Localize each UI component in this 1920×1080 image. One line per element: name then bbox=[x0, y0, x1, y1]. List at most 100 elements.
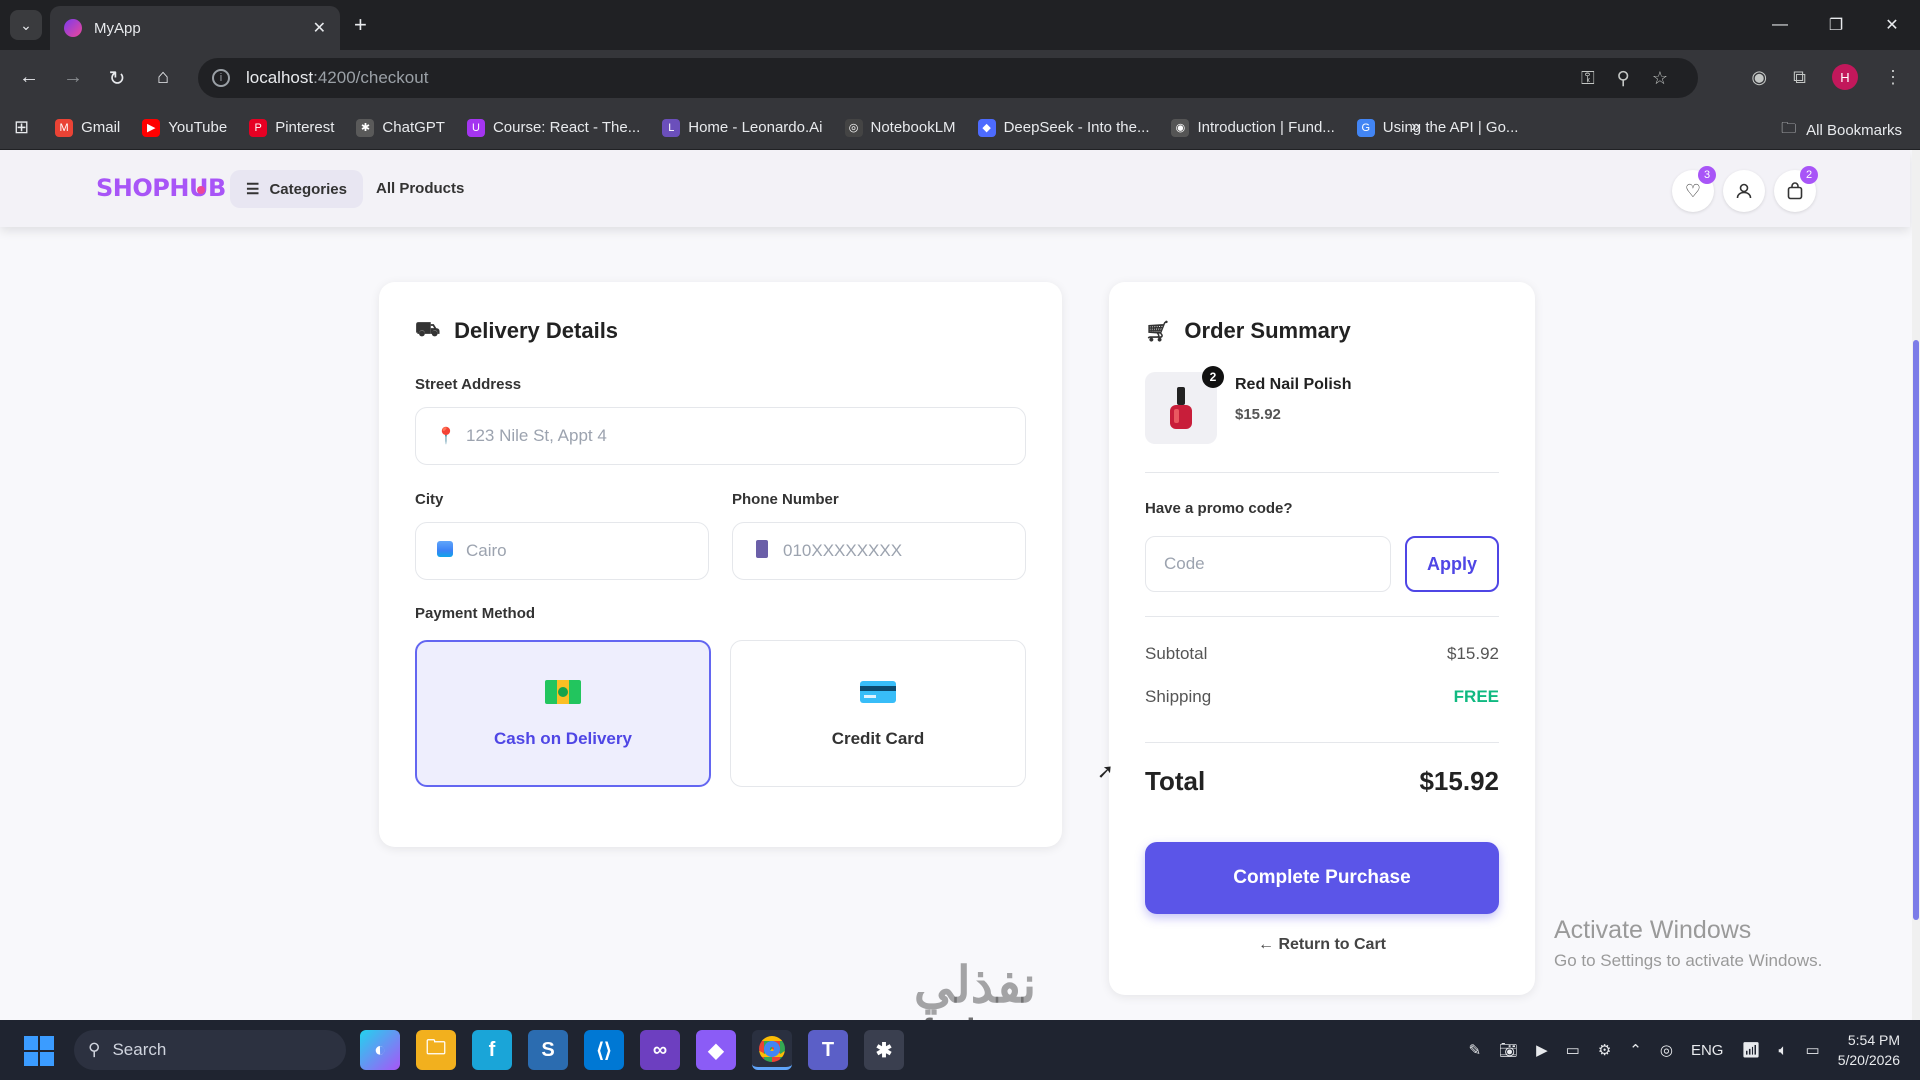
file-explorer-icon[interactable]: 🗀 bbox=[416, 1030, 456, 1070]
bookmark-item[interactable]: ◆ DeepSeek - Into the... bbox=[977, 118, 1149, 137]
home-icon[interactable]: ⌂ bbox=[150, 66, 176, 89]
cart-button[interactable]: 2 bbox=[1774, 166, 1818, 212]
browser-toolbar: ← → ↻ ⌂ i localhost:4200/checkout ⚿ ⚲ ☆ … bbox=[0, 50, 1920, 106]
new-tab-button[interactable]: + bbox=[354, 12, 367, 38]
street-address-input[interactable]: 📍 123 Nile St, Appt 4 bbox=[415, 407, 1026, 465]
settings-gear-icon[interactable]: ⚙ bbox=[1598, 1041, 1611, 1059]
all-bookmarks-button[interactable]: 🗀 All Bookmarks bbox=[1781, 118, 1902, 143]
sublime-icon[interactable]: S bbox=[528, 1030, 568, 1070]
wifi-icon[interactable]: 📶︎ bbox=[1741, 1041, 1760, 1059]
phone-number-label: Phone Number bbox=[732, 491, 839, 508]
extensions-puzzle-icon[interactable]: ⧉ bbox=[1793, 67, 1806, 88]
obsidian-icon[interactable]: ◆ bbox=[696, 1030, 736, 1070]
bookmark-item[interactable]: ✱ ChatGPT bbox=[356, 118, 445, 137]
bookmark-item[interactable]: G Using the API | Go... bbox=[1356, 118, 1519, 137]
chrome-icon[interactable] bbox=[752, 1030, 792, 1070]
delivery-title: Delivery Details bbox=[454, 318, 619, 343]
all-products-link[interactable]: All Products bbox=[376, 180, 464, 197]
complete-purchase-button[interactable]: Complete Purchase bbox=[1145, 842, 1499, 914]
bookmark-item[interactable]: P Pinterest bbox=[249, 118, 334, 137]
browser-menu-icon[interactable]: ⋮ bbox=[1884, 67, 1902, 88]
nafezly-watermark: نفذلي nafezly.com bbox=[860, 958, 1090, 1020]
activate-windows-title: Activate Windows bbox=[1554, 916, 1752, 944]
tray-app-icon[interactable]: ◎ bbox=[1660, 1041, 1673, 1059]
shipping-label: Shipping bbox=[1145, 687, 1212, 706]
bookmark-item[interactable]: ◎ NotebookLM bbox=[844, 118, 956, 137]
bookmark-favicon-icon: M bbox=[55, 118, 74, 137]
bookmark-label: Using the API | Go... bbox=[1382, 119, 1519, 136]
shophub-logo[interactable]: SHOPHUB bbox=[96, 174, 226, 202]
copilot-icon[interactable]: ◐ bbox=[360, 1030, 400, 1070]
activate-windows-subtitle: Go to Settings to activate Windows. bbox=[1554, 951, 1823, 970]
browser-tabbar: ⌄ MyApp ✕ + — ❐ ✕ bbox=[0, 0, 1920, 50]
page-scrollbar[interactable] bbox=[1912, 150, 1920, 1020]
close-window-icon[interactable]: ✕ bbox=[1864, 0, 1920, 50]
system-clock[interactable]: 5:54 PM 5/20/2026 bbox=[1838, 1030, 1900, 1070]
phone-number-input[interactable]: 010XXXXXXXX bbox=[732, 522, 1026, 580]
cash-icon bbox=[544, 678, 582, 711]
app-favicon-icon bbox=[64, 19, 82, 37]
vscode-icon[interactable]: ⟨⟩ bbox=[584, 1030, 624, 1070]
reload-icon[interactable]: ↻ bbox=[104, 66, 130, 91]
account-button[interactable] bbox=[1723, 170, 1765, 212]
minimize-window-icon[interactable]: — bbox=[1752, 0, 1808, 50]
close-tab-icon[interactable]: ✕ bbox=[313, 18, 326, 38]
return-to-cart-link[interactable]: ← Return to Cart bbox=[1145, 936, 1499, 954]
bookmark-item[interactable]: ▶ YouTube bbox=[142, 118, 227, 137]
bookmark-item[interactable]: ◉ Introduction | Fund... bbox=[1171, 118, 1335, 137]
shipping-row: Shipping FREE bbox=[1145, 687, 1499, 707]
language-indicator[interactable]: ENG bbox=[1691, 1042, 1724, 1059]
windows-start-icon[interactable] bbox=[24, 1036, 54, 1066]
volume-icon[interactable]: 🔈︎ bbox=[1779, 1042, 1788, 1059]
battery-icon[interactable]: ▭ bbox=[1806, 1041, 1820, 1059]
visual-studio-icon[interactable]: ∞ bbox=[640, 1030, 680, 1070]
taskbar-search-label: Search bbox=[112, 1040, 167, 1059]
password-key-icon[interactable]: ⚿ bbox=[1581, 68, 1595, 89]
credit-card-option[interactable]: Credit Card bbox=[730, 640, 1026, 787]
taskbar-search[interactable]: ⚲ Search bbox=[74, 1030, 346, 1070]
bookmark-item[interactable]: L Home - Leonardo.Ai bbox=[662, 118, 823, 137]
heart-icon: ♡ bbox=[1684, 180, 1702, 201]
tab-search-button[interactable]: ⌄ bbox=[10, 10, 42, 40]
profile-avatar[interactable]: H bbox=[1832, 64, 1858, 90]
scrollbar-thumb[interactable] bbox=[1913, 340, 1919, 920]
forward-icon[interactable]: → bbox=[60, 66, 86, 89]
chatgpt-icon[interactable]: ✱ bbox=[864, 1030, 904, 1070]
bookmark-favicon-icon: ✱ bbox=[356, 118, 375, 137]
zoom-icon[interactable]: ⚲ bbox=[1617, 68, 1630, 89]
video-icon[interactable]: ▶ bbox=[1536, 1041, 1548, 1059]
bookmark-favicon-icon: G bbox=[1356, 118, 1375, 137]
apply-promo-button[interactable]: Apply bbox=[1405, 536, 1499, 592]
city-input[interactable]: Cairo bbox=[415, 522, 709, 580]
tray-chevron-icon[interactable]: ⌃ bbox=[1629, 1041, 1642, 1059]
user-icon bbox=[1736, 183, 1752, 199]
bookmark-star-icon[interactable]: ☆ bbox=[1652, 68, 1668, 89]
location-pin-icon: 📍 bbox=[436, 428, 456, 445]
watermark-arabic: نفذلي bbox=[913, 957, 1037, 1013]
more-bookmarks-icon[interactable]: » bbox=[1411, 118, 1420, 136]
tray-icon-pen[interactable]: ✎ bbox=[1468, 1041, 1481, 1059]
app-icon[interactable]: f bbox=[472, 1030, 512, 1070]
shipping-value: FREE bbox=[1453, 687, 1499, 706]
address-bar[interactable]: i localhost:4200/checkout ⚿ ⚲ ☆ bbox=[198, 58, 1698, 98]
promo-code-input[interactable]: Code bbox=[1145, 536, 1391, 592]
cash-on-delivery-option[interactable]: Cash on Delivery bbox=[415, 640, 711, 787]
back-icon[interactable]: ← bbox=[16, 66, 42, 89]
apps-grid-icon[interactable]: ⊞ bbox=[14, 117, 29, 138]
subtotal-label: Subtotal bbox=[1145, 644, 1208, 663]
screen-icon[interactable]: ▭ bbox=[1566, 1041, 1580, 1059]
restore-window-icon[interactable]: ❐ bbox=[1808, 0, 1864, 50]
payment-method-label: Payment Method bbox=[415, 605, 536, 622]
wishlist-button[interactable]: ♡ 3 bbox=[1672, 166, 1716, 212]
cash-on-delivery-label: Cash on Delivery bbox=[494, 729, 632, 748]
tab-title: MyApp bbox=[94, 19, 141, 37]
categories-button[interactable]: ☰ Categories bbox=[230, 170, 363, 208]
extension-badge-icon[interactable]: ◉ bbox=[1751, 67, 1767, 88]
bookmark-item[interactable]: M Gmail bbox=[55, 118, 120, 137]
browser-tab-active[interactable]: MyApp ✕ bbox=[50, 6, 340, 50]
bookmark-favicon-icon: ▶ bbox=[142, 118, 161, 137]
bookmark-item[interactable]: U Course: React - The... bbox=[466, 118, 640, 137]
site-info-icon[interactable]: i bbox=[212, 69, 230, 87]
teams-icon[interactable]: T bbox=[808, 1030, 848, 1070]
camera-icon[interactable]: 📷︎ bbox=[1499, 1041, 1518, 1059]
